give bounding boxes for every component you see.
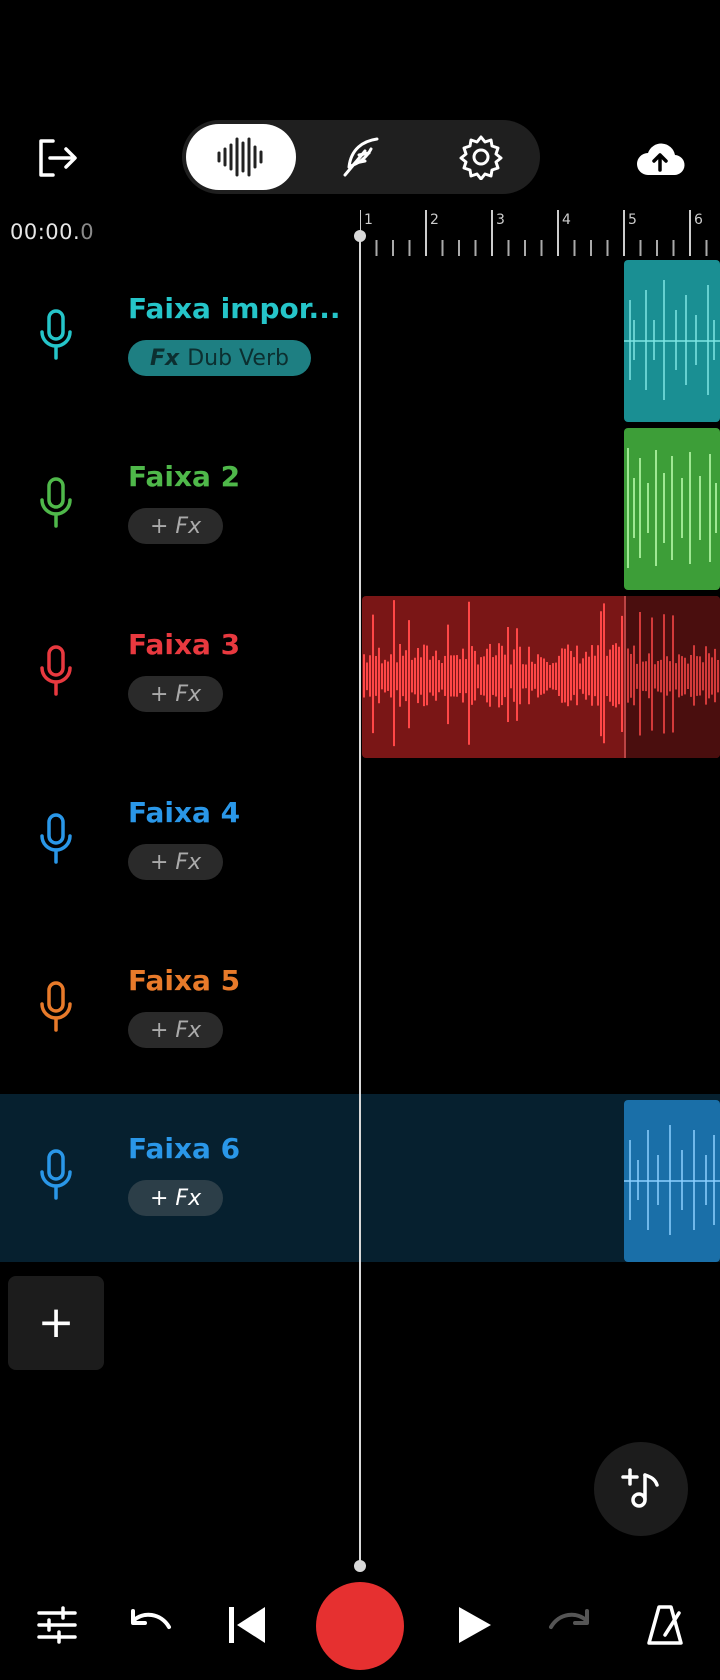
microphone-icon[interactable] bbox=[38, 1148, 74, 1202]
fx-button[interactable]: + Fx bbox=[128, 508, 224, 544]
waveform bbox=[624, 1125, 720, 1235]
play-button[interactable] bbox=[438, 1590, 508, 1660]
microphone-icon[interactable] bbox=[38, 980, 74, 1034]
mixer-sliders-icon bbox=[37, 1606, 77, 1644]
time-display: 00:00.0 bbox=[10, 220, 94, 244]
metronome-icon bbox=[647, 1605, 683, 1645]
undo-icon bbox=[131, 1609, 171, 1629]
fx-label: Fx bbox=[150, 345, 180, 371]
tab-settings[interactable] bbox=[426, 124, 536, 190]
redo-icon bbox=[549, 1609, 589, 1629]
add-music-note-button[interactable] bbox=[594, 1442, 688, 1536]
microphone-icon[interactable] bbox=[38, 644, 74, 698]
tab-lyrics[interactable] bbox=[306, 124, 416, 190]
add-note-icon bbox=[621, 1468, 659, 1508]
waveform-icon bbox=[217, 137, 263, 177]
track-name[interactable]: Faixa 3 bbox=[128, 628, 240, 661]
fx-button[interactable]: + Fx bbox=[128, 1180, 224, 1216]
cloud-upload-button[interactable] bbox=[632, 134, 688, 184]
fx-button[interactable]: Fx Dub Verb bbox=[128, 340, 311, 376]
ruler-label: 4 bbox=[562, 212, 571, 228]
track-name[interactable]: Faixa 5 bbox=[128, 964, 240, 997]
waveform bbox=[627, 448, 717, 568]
track-name[interactable]: Faixa 2 bbox=[128, 460, 240, 493]
fx-label: + Fx bbox=[150, 513, 202, 539]
skip-back-icon bbox=[229, 1607, 265, 1643]
mixer-button[interactable] bbox=[22, 1590, 92, 1660]
track-name[interactable]: Faixa 6 bbox=[128, 1132, 240, 1165]
play-icon bbox=[459, 1607, 491, 1643]
tab-waveform[interactable] bbox=[186, 124, 296, 190]
audio-clip-track-6[interactable] bbox=[624, 1100, 720, 1262]
skip-back-button[interactable] bbox=[212, 1590, 282, 1660]
audio-clip-track-1[interactable] bbox=[624, 260, 720, 422]
track-name[interactable]: Faixa impor... bbox=[128, 292, 340, 325]
ruler-label: 2 bbox=[430, 212, 439, 228]
plus-icon: + bbox=[37, 1297, 75, 1348]
waveform bbox=[624, 280, 720, 400]
audio-clip-track-3[interactable] bbox=[362, 596, 720, 758]
microphone-icon[interactable] bbox=[38, 476, 74, 530]
mode-switcher bbox=[182, 120, 540, 194]
fx-label: + Fx bbox=[150, 849, 202, 875]
exit-button[interactable] bbox=[28, 130, 84, 186]
ruler-label: 6 bbox=[694, 212, 703, 228]
playhead[interactable] bbox=[354, 230, 366, 1572]
feather-icon bbox=[343, 137, 379, 177]
fx-button[interactable]: + Fx bbox=[128, 844, 224, 880]
undo-button[interactable] bbox=[116, 1590, 186, 1660]
exit-icon bbox=[39, 139, 77, 177]
track-name[interactable]: Faixa 4 bbox=[128, 796, 240, 829]
fx-label: + Fx bbox=[150, 1017, 202, 1043]
audio-clip-track-2[interactable] bbox=[624, 428, 720, 590]
ruler-label: 1 bbox=[364, 212, 373, 228]
gear-icon bbox=[459, 135, 503, 180]
fx-label: + Fx bbox=[150, 1185, 202, 1211]
metronome-button[interactable] bbox=[630, 1590, 700, 1660]
fx-button[interactable]: + Fx bbox=[128, 676, 224, 712]
record-button[interactable] bbox=[316, 1582, 404, 1670]
timeline-ruler[interactable]: 1 2 3 4 5 6 bbox=[360, 210, 720, 258]
microphone-icon[interactable] bbox=[38, 308, 74, 362]
cloud-upload-icon bbox=[637, 143, 685, 176]
fx-button[interactable]: + Fx bbox=[128, 1012, 224, 1048]
microphone-icon[interactable] bbox=[38, 812, 74, 866]
ruler-label: 3 bbox=[496, 212, 505, 228]
waveform bbox=[363, 600, 719, 747]
add-track-button[interactable]: + bbox=[8, 1276, 104, 1370]
time-main: 00:00. bbox=[10, 220, 81, 244]
redo-button[interactable] bbox=[534, 1590, 604, 1660]
fx-value: Dub Verb bbox=[187, 345, 289, 371]
ruler-label: 5 bbox=[628, 212, 637, 228]
time-fraction: 0 bbox=[80, 220, 95, 244]
fx-label: + Fx bbox=[150, 681, 202, 707]
